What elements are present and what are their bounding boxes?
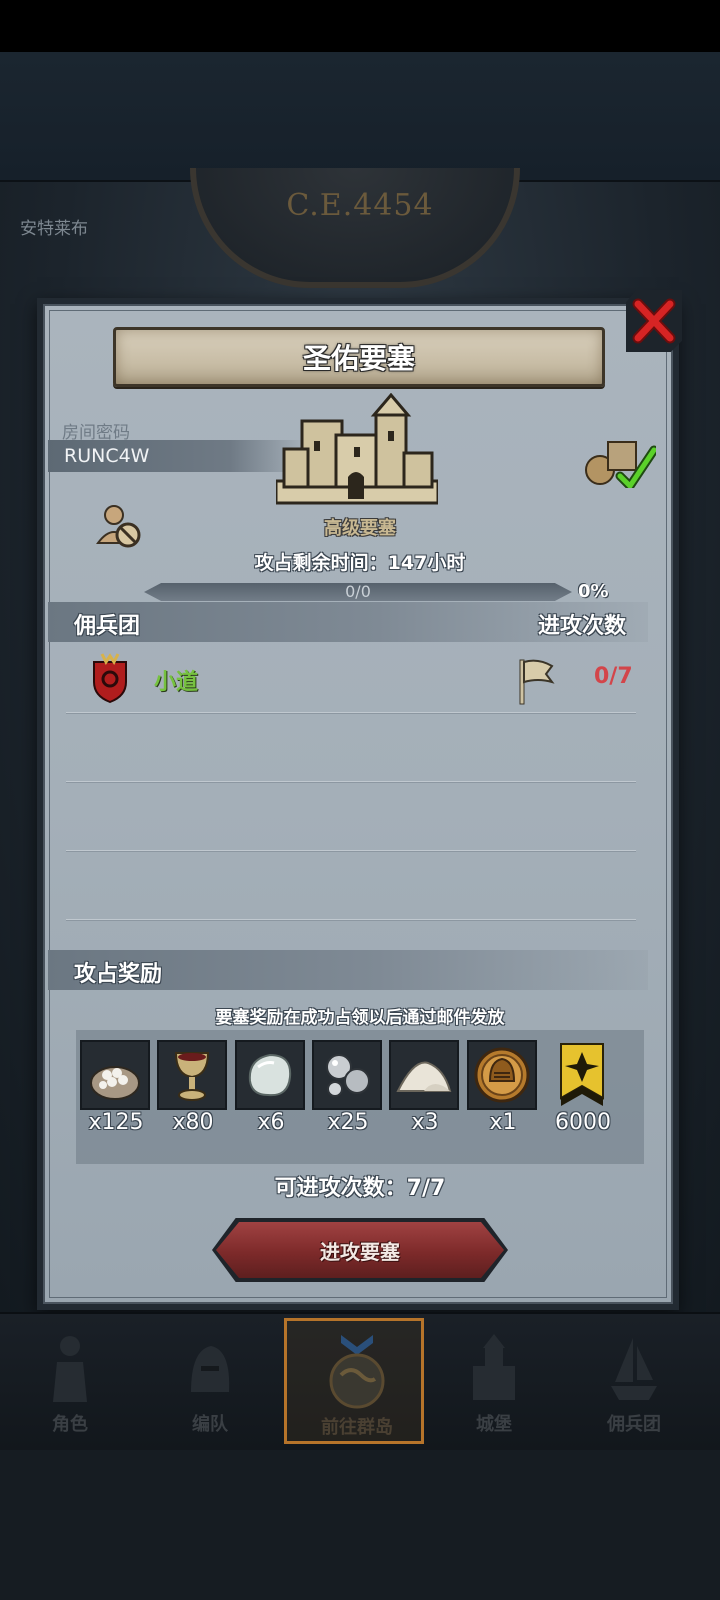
nav-label: 角色 <box>52 1414 88 1435</box>
room-code-value[interactable]: RUNC4W <box>64 445 149 467</box>
guild-emblem-icon <box>93 653 127 704</box>
reward-count: x80 <box>172 1110 214 1135</box>
knight-icon <box>53 1336 87 1402</box>
status-area <box>0 0 720 52</box>
reward-item[interactable] <box>312 1040 382 1110</box>
reward-item[interactable] <box>80 1040 150 1110</box>
occupy-time-unit: 小时 <box>427 552 466 574</box>
rewards-header-label: 攻占奖励 <box>74 962 163 987</box>
flag-icon <box>519 659 555 705</box>
nav-tab-islands[interactable]: 前往群岛 <box>284 1318 424 1444</box>
castle-icon <box>473 1334 515 1400</box>
background-year: C.E.4454 <box>286 188 434 223</box>
reward-item[interactable] <box>547 1040 617 1110</box>
no-user-icon[interactable] <box>96 503 142 549</box>
top-bar <box>0 52 720 182</box>
guild-header-label: 佣兵团 <box>74 614 141 639</box>
world-map-icon <box>329 1335 385 1409</box>
reward-item[interactable] <box>467 1040 537 1110</box>
knight-helmet-medal-icon <box>474 1047 530 1103</box>
rewards-note: 要塞奖励在成功占领以后通过邮件发放 <box>215 1008 505 1028</box>
nav-label: 前往群岛 <box>321 1417 393 1438</box>
nav-label: 城堡 <box>476 1414 512 1435</box>
reward-count: x3 <box>411 1110 439 1135</box>
close-button[interactable] <box>626 290 682 352</box>
occupy-time-value: 147 <box>387 552 428 574</box>
white-stone-icon <box>248 1053 292 1097</box>
guild-attack-count: 0/7 <box>594 664 633 689</box>
bottom-area <box>0 1450 720 1600</box>
formation-icon <box>191 1346 230 1392</box>
attacks-available: 可进攻次数：7/7 <box>274 1176 446 1201</box>
goblet-icon <box>174 1052 210 1101</box>
occupy-progress-text: 0/0 <box>345 582 371 601</box>
fortress-icon <box>276 393 438 505</box>
guild-row[interactable]: 小道 0/7 <box>48 648 648 714</box>
close-icon <box>632 298 676 344</box>
nav-tab-castle[interactable]: 城堡 <box>424 1318 564 1444</box>
flour-pile-icon <box>396 1061 452 1092</box>
reward-count: 6000 <box>555 1110 611 1135</box>
row-divider <box>66 712 636 713</box>
row-divider <box>66 850 636 851</box>
silver-ore-icon <box>326 1054 370 1097</box>
reward-count: x1 <box>489 1110 517 1135</box>
guild-name: 小道 <box>154 670 199 695</box>
row-divider <box>66 781 636 782</box>
attack-fortress-button[interactable]: 进攻要塞 <box>216 1222 504 1278</box>
title-banner: 圣佑要塞 <box>113 327 605 387</box>
nav-tab-mercenaries[interactable]: 佣兵团 <box>564 1318 704 1444</box>
nav-tab-character[interactable]: 角色 <box>0 1318 140 1444</box>
nav-label: 佣兵团 <box>607 1414 661 1435</box>
occupy-progress-percent: 0% <box>578 581 609 602</box>
row-divider <box>66 919 636 920</box>
reward-item[interactable] <box>235 1040 305 1110</box>
background-place: 安特莱布 <box>20 219 88 239</box>
occupy-time: 攻占剩余时间：147小时 <box>0 548 720 575</box>
nav-tab-formation[interactable]: 编队 <box>140 1318 280 1444</box>
rank-badge-icon <box>560 1043 604 1106</box>
ship-icon <box>611 1338 657 1400</box>
supply-claimed-icon[interactable] <box>584 432 656 488</box>
nav-label: 编队 <box>192 1414 228 1435</box>
attack-button-label: 进攻要塞 <box>320 1239 400 1264</box>
reward-item[interactable] <box>157 1040 227 1110</box>
gem-sack-icon <box>90 1066 140 1100</box>
reward-item[interactable] <box>389 1040 459 1110</box>
occupy-time-label: 攻占剩余时间： <box>254 552 388 574</box>
dialog-title: 圣佑要塞 <box>302 342 415 375</box>
attack-count-header: 进攻次数 <box>538 614 627 639</box>
